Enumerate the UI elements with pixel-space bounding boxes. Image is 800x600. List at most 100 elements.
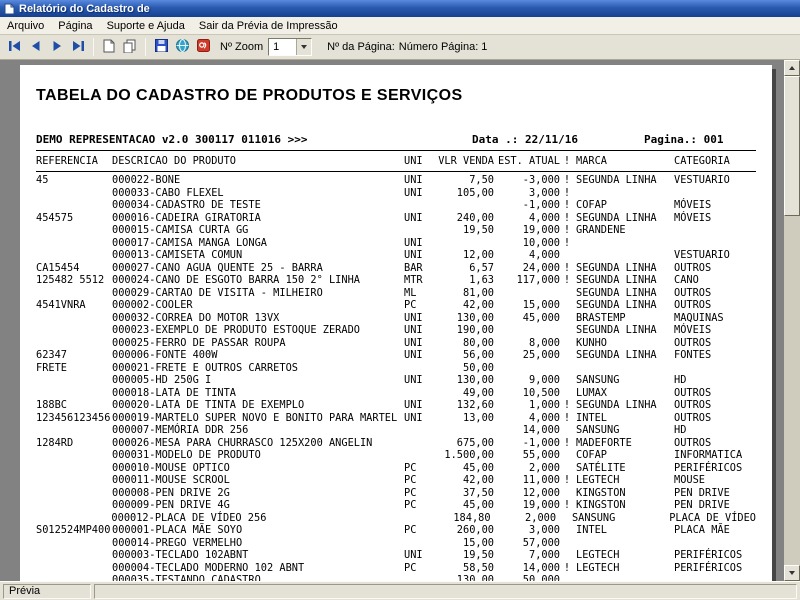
cell-est: 3,000 <box>494 524 560 537</box>
cell-uni: BAR <box>404 262 434 275</box>
last-page-button[interactable] <box>68 37 88 57</box>
cell-ref: S012524MP400 <box>36 524 112 537</box>
scroll-down-button[interactable] <box>784 565 800 581</box>
first-page-icon <box>8 40 22 55</box>
previous-page-button[interactable] <box>26 37 46 57</box>
cell-marca: COFAP <box>574 199 674 212</box>
arrow-up-icon <box>789 66 795 70</box>
table-row: 000023-EXEMPLO DE PRODUTO ESTOQUE ZERADO… <box>36 324 756 337</box>
cell-uni <box>404 437 434 450</box>
cell-ref <box>36 387 112 400</box>
report-company-line: DEMO REPRESENTACAO v2.0 300117 011016 >>… <box>36 133 472 146</box>
cell-est: 9,000 <box>494 374 560 387</box>
cell-desc: 000012-PLACA DE VÍDEO 256 <box>111 512 401 525</box>
report-page-number: Pagina.: 001 <box>644 133 756 146</box>
cell-flag: ! <box>560 212 574 225</box>
cell-desc: 000026-MESA PARA CHURRASCO 125X200 ANGEL… <box>112 437 404 450</box>
cell-marca: COFAP <box>574 449 674 462</box>
cell-est: 55,000 <box>494 449 560 462</box>
status-panel-empty <box>94 584 797 599</box>
multi-page-view-button[interactable] <box>120 37 140 57</box>
zoom-select[interactable]: 1 <box>268 38 312 56</box>
cell-est: 14,000 <box>494 562 560 575</box>
cell-flag: ! <box>560 562 574 575</box>
cell-vlr <box>434 199 494 212</box>
table-row: 62347000006-FONTE 400WUNI56,0025,000SEGU… <box>36 349 756 362</box>
table-row: 000011-MOUSE SCROOLPC42,0011,000!LEGTECH… <box>36 474 756 487</box>
cell-cat: OUTROS <box>674 437 756 450</box>
cell-marca <box>574 537 674 550</box>
cell-marca: LEGTECH <box>574 474 674 487</box>
scrollbar-thumb[interactable] <box>784 76 800 216</box>
table-row: 000004-TECLADO MODERNO 102 ABNTPC58,5014… <box>36 562 756 575</box>
table-row: 45000022-BONEUNI7,50-3,000!SEGUNDA LINHA… <box>36 174 756 187</box>
cell-desc: 000024-CANO DE ESGOTO BARRA 150 2° LINHA <box>112 274 404 287</box>
cell-marca: SEGUNDA LINHA <box>574 299 674 312</box>
cell-cat <box>674 574 756 581</box>
cell-uni: PC <box>404 524 434 537</box>
cell-marca: GRANDENE <box>574 224 674 237</box>
toolbar: Nº Zoom 1 Nº da Página: Número Página: 1 <box>0 35 800 60</box>
export-pdf-button[interactable] <box>193 37 213 57</box>
cell-desc: 000013-CAMISETA COMUN <box>112 249 404 262</box>
save-report-button[interactable] <box>151 37 171 57</box>
menu-suporte-e-ajuda[interactable]: Suporte e Ajuda <box>100 19 192 33</box>
cell-est <box>494 287 560 300</box>
cell-vlr: 56,00 <box>434 349 494 362</box>
cell-flag <box>560 349 574 362</box>
cell-desc: 000004-TECLADO MODERNO 102 ABNT <box>112 562 404 575</box>
status-panel-previa: Prévia <box>3 584 91 599</box>
report-subheader: DEMO REPRESENTACAO v2.0 300117 011016 >>… <box>36 133 756 146</box>
next-page-button[interactable] <box>47 37 67 57</box>
export-html-button[interactable] <box>172 37 192 57</box>
cell-est: 19,000 <box>494 224 560 237</box>
cell-flag <box>560 312 574 325</box>
titlebar[interactable]: Relatório do Cadastro de <box>0 0 800 17</box>
vertical-scrollbar[interactable] <box>784 60 800 581</box>
cell-desc: 000005-HD 250G I <box>112 374 404 387</box>
cell-cat <box>674 537 756 550</box>
table-header: REFERENCIA DESCRICAO DO PRODUTO UNI VLR … <box>36 153 756 169</box>
table-row: CA15454000027-CANO AGUA QUENTE 25 - BARR… <box>36 262 756 275</box>
cell-uni <box>404 362 434 375</box>
cell-flag <box>560 449 574 462</box>
menu-arquivo[interactable]: Arquivo <box>0 19 51 33</box>
cell-desc: 000018-LATA DE TINTA <box>112 387 404 400</box>
menu-sair-da-previa[interactable]: Sair da Prévia de Impressão <box>192 19 345 33</box>
cell-uni: UNI <box>404 399 434 412</box>
cell-vlr: 105,00 <box>434 187 494 200</box>
app-window: Relatório do Cadastro de Arquivo Página … <box>0 0 800 600</box>
cell-vlr: 260,00 <box>434 524 494 537</box>
cell-cat: CANO <box>674 274 756 287</box>
zoom-value: 1 <box>269 41 296 53</box>
column-referencia: REFERENCIA <box>36 155 112 167</box>
scroll-up-button[interactable] <box>784 60 800 76</box>
table-row: 000012-PLACA DE VÍDEO 256184,802,000SANS… <box>36 512 756 525</box>
window-icon <box>4 3 15 15</box>
cell-uni: ML <box>404 287 434 300</box>
cell-vlr: 45,00 <box>434 499 494 512</box>
cell-cat: PEN DRIVE <box>674 487 756 500</box>
cell-ref: CA15454 <box>36 262 112 275</box>
cell-uni: UNI <box>404 312 434 325</box>
cell-marca <box>574 237 674 250</box>
cell-ref <box>36 337 112 350</box>
cell-vlr: 6,57 <box>434 262 494 275</box>
cell-ref <box>36 324 112 337</box>
menu-pagina[interactable]: Página <box>51 19 99 33</box>
cell-est: 117,000 <box>494 274 560 287</box>
cell-desc: 000035-TESTANDO CADASTRO <box>112 574 404 581</box>
cell-flag <box>560 549 574 562</box>
cell-est: 10,000 <box>494 237 560 250</box>
cell-flag: ! <box>560 237 574 250</box>
cell-cat: HD <box>674 374 756 387</box>
cell-flag <box>560 574 574 581</box>
first-page-button[interactable] <box>5 37 25 57</box>
cell-ref <box>36 512 111 525</box>
cell-ref <box>36 562 112 575</box>
single-page-view-button[interactable] <box>99 37 119 57</box>
cell-desc: 000019-MARTELO SUPER NOVO E BONITO PARA … <box>112 412 404 425</box>
zoom-dropdown-button[interactable] <box>296 39 311 55</box>
cell-ref <box>36 574 112 581</box>
documents-icon <box>123 39 137 56</box>
